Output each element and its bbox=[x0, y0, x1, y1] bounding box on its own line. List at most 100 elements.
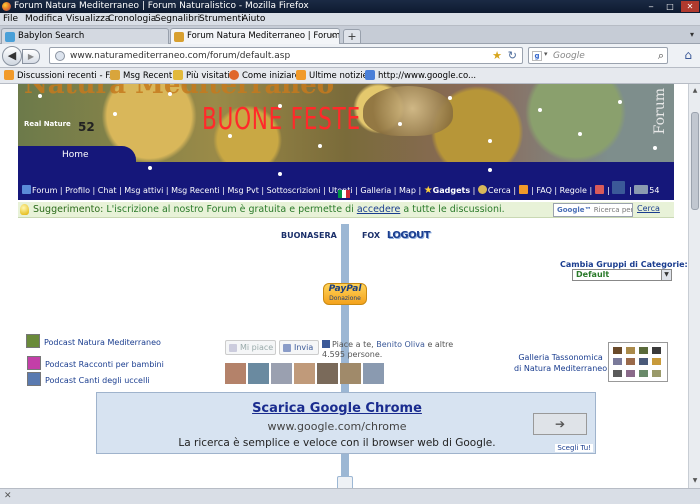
menu-aiuto[interactable]: Aiuto bbox=[242, 14, 265, 24]
bookmark-come-iniziare[interactable]: Come iniziare bbox=[229, 70, 300, 81]
menu-segnalibri[interactable]: Segnalibri bbox=[155, 14, 200, 24]
google-icon[interactable]: g bbox=[532, 51, 542, 61]
username[interactable]: FOX bbox=[362, 231, 380, 240]
bookmark-google[interactable]: http://www.google.co... bbox=[365, 70, 476, 81]
facebook-icon[interactable] bbox=[612, 181, 626, 194]
decorative-block bbox=[337, 476, 353, 488]
address-bar[interactable]: www.naturamediterraneo.com/forum/default… bbox=[49, 47, 523, 64]
bookmark-star-icon[interactable]: ★ bbox=[492, 49, 502, 62]
books-icon[interactable] bbox=[594, 185, 604, 194]
search-input[interactable]: g ▾ Google ⌕ bbox=[528, 47, 668, 64]
nav-faq[interactable]: FAQ bbox=[536, 186, 552, 195]
bookmark-ultime-notizie[interactable]: Ultime notizie bbox=[296, 70, 368, 81]
home-icon[interactable]: ⌂ bbox=[684, 48, 692, 62]
gallery-thumbnail[interactable] bbox=[608, 342, 668, 382]
nav-profilo[interactable]: Profilo bbox=[65, 186, 90, 195]
avatar[interactable] bbox=[225, 363, 246, 384]
thumb-cell bbox=[613, 347, 622, 354]
close-icon[interactable]: ✕ bbox=[681, 1, 699, 12]
forum-nav-links: Forum | Profilo | Chat | Msg attivi | Ms… bbox=[18, 162, 674, 200]
home-tab[interactable]: Home bbox=[18, 146, 136, 162]
tab-forum-natura[interactable]: Forum Natura Mediterraneo | Forum ... ✕ bbox=[170, 28, 340, 44]
minimize-icon[interactable]: ‒ bbox=[642, 1, 660, 12]
nav-gadgets[interactable]: Gadgets bbox=[433, 186, 470, 195]
chevron-down-icon[interactable]: ▾ bbox=[544, 50, 548, 58]
menu-file[interactable]: File bbox=[3, 14, 18, 24]
podcast-canti[interactable]: Podcast Canti degli uccelli bbox=[27, 372, 150, 386]
rss-icon[interactable] bbox=[518, 185, 528, 194]
friend-link[interactable]: Benito Oliva bbox=[376, 340, 425, 349]
search-icon[interactable]: ⌕ bbox=[658, 49, 664, 63]
nav-forum[interactable]: Forum bbox=[32, 186, 57, 195]
avatar[interactable] bbox=[317, 363, 338, 384]
avatar[interactable] bbox=[248, 363, 269, 384]
paypal-logo: PayPal bbox=[328, 284, 362, 294]
nav-galleria[interactable]: Galleria bbox=[360, 186, 391, 195]
nav-chat[interactable]: Chat bbox=[98, 186, 117, 195]
avatar[interactable] bbox=[340, 363, 361, 384]
user-greeting: BUONASERA FOX LOGOUT bbox=[281, 230, 431, 241]
paypal-donate-button[interactable]: PayPal Donazione bbox=[323, 283, 367, 305]
menu-visualizza[interactable]: Visualizza bbox=[66, 14, 110, 24]
page-scrollbar[interactable]: ▲ ▼ bbox=[688, 84, 700, 488]
snowflake bbox=[278, 104, 282, 108]
scroll-thumb[interactable] bbox=[691, 112, 699, 210]
list-tabs-icon[interactable]: ▾ bbox=[690, 30, 694, 39]
back-button[interactable]: ◀ bbox=[2, 46, 22, 66]
ad-title[interactable]: Scarica Google Chrome bbox=[197, 401, 477, 416]
url-text[interactable]: www.naturamediterraneo.com/forum/default… bbox=[70, 51, 290, 61]
scroll-up-icon[interactable]: ▲ bbox=[690, 86, 700, 96]
avatar[interactable] bbox=[271, 363, 292, 384]
podcast-natura[interactable]: Podcast Natura Mediterraneo bbox=[26, 334, 161, 348]
suggestion-text: Suggerimento: L'iscrizione al nostro For… bbox=[33, 204, 505, 215]
menu-strumenti[interactable]: Strumenti bbox=[199, 14, 244, 24]
podcast-racconti[interactable]: Podcast Racconti per bambini bbox=[27, 356, 164, 370]
nav-cerca[interactable]: Cerca bbox=[488, 186, 511, 195]
tab-close-icon[interactable]: ✕ bbox=[329, 31, 336, 40]
cerca-button[interactable]: Cerca bbox=[637, 204, 660, 213]
gallery-line-1: Galleria Tassonomica bbox=[518, 353, 603, 362]
bookmark-msg-recenti[interactable]: Msg Recenti bbox=[110, 70, 175, 81]
facebook-send-button[interactable]: Invia bbox=[279, 340, 319, 355]
nav-msg-recenti[interactable]: Msg Recenti bbox=[171, 186, 220, 195]
avatar[interactable] bbox=[363, 363, 384, 384]
snowflake bbox=[488, 139, 492, 143]
nav-msg-pvt[interactable]: Msg Pvt bbox=[227, 186, 258, 195]
snail-image bbox=[363, 86, 453, 136]
category-select[interactable]: Default ▼ bbox=[572, 269, 672, 281]
google-chrome-ad[interactable]: Scarica Google Chrome www.google.com/chr… bbox=[96, 392, 596, 454]
logout-button[interactable]: LOGOUT bbox=[387, 230, 431, 241]
snowflake bbox=[148, 166, 152, 170]
avatar[interactable] bbox=[294, 363, 315, 384]
banner-forum-label: Forum bbox=[652, 88, 668, 135]
arrow-right-icon[interactable]: ➔ bbox=[533, 413, 587, 435]
babylon-icon bbox=[5, 32, 15, 42]
accedere-link[interactable]: accedere bbox=[357, 204, 401, 215]
nav-map[interactable]: Map bbox=[399, 186, 416, 195]
ad-url[interactable]: www.google.com/chrome bbox=[197, 420, 477, 433]
menu-cronologia[interactable]: Cronologia bbox=[108, 14, 156, 24]
menu-modifica[interactable]: Modifica bbox=[25, 14, 63, 24]
nav-msg-attivi[interactable]: Msg attivi bbox=[124, 186, 163, 195]
custom-search-input[interactable]: Google™ Ricerca person bbox=[553, 203, 633, 217]
scroll-down-icon[interactable]: ▼ bbox=[690, 476, 700, 486]
chevron-down-icon[interactable]: ▼ bbox=[661, 270, 671, 280]
users-icon[interactable] bbox=[634, 185, 649, 194]
tab-babylon-search[interactable]: Babylon Search bbox=[1, 28, 169, 44]
facebook-like-button[interactable]: Mi piace bbox=[225, 340, 276, 355]
maximize-icon[interactable]: □ bbox=[661, 1, 679, 12]
facebook-icon bbox=[322, 340, 330, 348]
close-icon[interactable]: ✕ bbox=[4, 491, 12, 501]
italian-flag-icon[interactable] bbox=[338, 190, 350, 198]
nav-sottoscrizioni[interactable]: Sottoscrizioni bbox=[267, 186, 321, 195]
ad-choice-label[interactable]: Scegli Tu! bbox=[555, 444, 593, 452]
site-identity-icon[interactable] bbox=[55, 51, 65, 61]
thumb-cell bbox=[652, 347, 661, 354]
bookmark-discussioni-recenti[interactable]: Discussioni recenti - F... bbox=[4, 70, 117, 81]
gallery-link[interactable]: Galleria Tassonomica di Natura Mediterra… bbox=[514, 352, 607, 374]
bookmark-piu-visitati[interactable]: Più visitati bbox=[173, 70, 230, 81]
forward-button[interactable]: ▶ bbox=[22, 49, 40, 64]
reload-icon[interactable]: ↻ bbox=[508, 49, 517, 62]
new-tab-button[interactable]: + bbox=[343, 29, 361, 44]
nav-regole[interactable]: Regole bbox=[560, 186, 587, 195]
